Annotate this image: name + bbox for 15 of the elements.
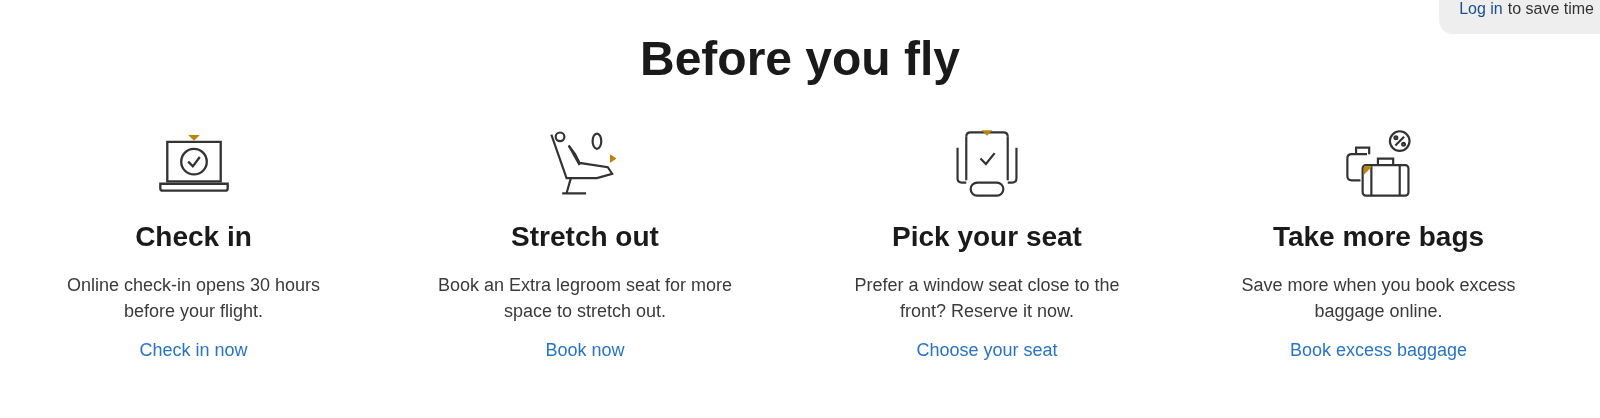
card-description: Save more when you book excess baggage online. (1240, 274, 1517, 323)
card-heading: Check in (135, 220, 252, 254)
card-description: Prefer a window seat close to the front? Reserve it now. (853, 274, 1121, 323)
card-link[interactable]: Choose your seat (916, 338, 1058, 362)
section-title: Before you fly (639, 31, 961, 87)
card-link[interactable]: Book now (545, 338, 625, 362)
card-description: Book an Extra legroom seat for more space to stretch out. (436, 274, 734, 323)
card-heading: Pick your seat (892, 220, 1082, 254)
login-hint: to save time (1507, 0, 1594, 18)
card-heading: Take more bags (1272, 220, 1485, 254)
login-link[interactable]: Log in (1459, 0, 1503, 18)
card-link[interactable]: Check in now (139, 338, 248, 362)
card-heading: Stretch out (511, 220, 659, 254)
card-link[interactable]: Book excess baggage (1289, 338, 1468, 362)
card-description: Online check-in opens 30 hours before your flight. (65, 274, 322, 323)
